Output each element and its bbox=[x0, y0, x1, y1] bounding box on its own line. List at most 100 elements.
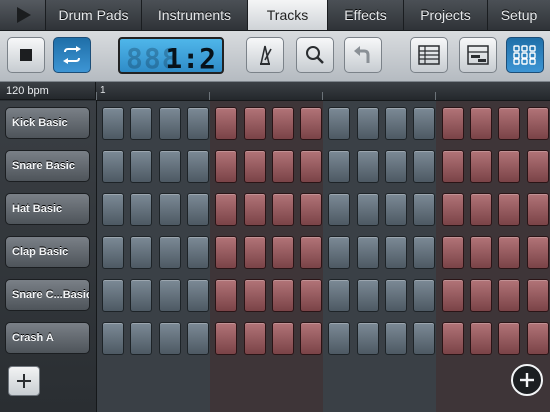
step-pad[interactable] bbox=[102, 150, 124, 183]
step-pad[interactable] bbox=[385, 322, 407, 355]
step-pad[interactable] bbox=[272, 279, 294, 312]
pad-grid-button[interactable] bbox=[506, 37, 544, 73]
step-pad[interactable] bbox=[470, 279, 492, 312]
step-pad[interactable] bbox=[272, 193, 294, 226]
step-pad[interactable] bbox=[470, 322, 492, 355]
step-pad[interactable] bbox=[130, 150, 152, 183]
step-pad[interactable] bbox=[413, 107, 435, 140]
step-pad[interactable] bbox=[470, 107, 492, 140]
track-hat-basic[interactable]: Hat Basic bbox=[5, 193, 90, 225]
step-pad[interactable] bbox=[102, 236, 124, 269]
step-pad[interactable] bbox=[385, 107, 407, 140]
loop-button[interactable] bbox=[53, 37, 91, 73]
search-button[interactable] bbox=[296, 37, 334, 73]
tab-tracks[interactable]: Tracks bbox=[248, 0, 328, 30]
step-pad[interactable] bbox=[527, 236, 549, 269]
metronome-button[interactable] bbox=[246, 37, 284, 73]
step-pad[interactable] bbox=[187, 150, 209, 183]
tab-effects[interactable]: Effects bbox=[328, 0, 404, 30]
step-pad[interactable] bbox=[244, 150, 266, 183]
step-pad[interactable] bbox=[215, 150, 237, 183]
step-pad[interactable] bbox=[470, 193, 492, 226]
tab-projects[interactable]: Projects bbox=[404, 0, 488, 30]
step-pad[interactable] bbox=[385, 193, 407, 226]
step-pad[interactable] bbox=[328, 236, 350, 269]
step-pad[interactable] bbox=[272, 236, 294, 269]
step-pad[interactable] bbox=[272, 107, 294, 140]
step-pad[interactable] bbox=[187, 107, 209, 140]
track-crash-a[interactable]: Crash A bbox=[5, 322, 90, 354]
step-pad[interactable] bbox=[102, 322, 124, 355]
piano-roll-button[interactable] bbox=[459, 37, 497, 73]
step-pad[interactable] bbox=[130, 279, 152, 312]
step-pad[interactable] bbox=[244, 193, 266, 226]
step-pad[interactable] bbox=[159, 322, 181, 355]
step-pad[interactable] bbox=[413, 193, 435, 226]
track-clap-basic[interactable]: Clap Basic bbox=[5, 236, 90, 268]
step-pad[interactable] bbox=[442, 279, 464, 312]
step-pad[interactable] bbox=[413, 322, 435, 355]
step-pad[interactable] bbox=[413, 279, 435, 312]
play-button[interactable] bbox=[0, 0, 46, 30]
step-pad[interactable] bbox=[385, 150, 407, 183]
step-pad[interactable] bbox=[244, 107, 266, 140]
step-pad[interactable] bbox=[244, 322, 266, 355]
step-pad[interactable] bbox=[498, 279, 520, 312]
tempo-display[interactable]: 120 bpm bbox=[0, 82, 96, 100]
step-pad[interactable] bbox=[300, 107, 322, 140]
list-view-button[interactable] bbox=[410, 37, 448, 73]
step-pad[interactable] bbox=[102, 107, 124, 140]
step-pad[interactable] bbox=[527, 322, 549, 355]
step-pad[interactable] bbox=[272, 322, 294, 355]
track-kick-basic[interactable]: Kick Basic bbox=[5, 107, 90, 139]
step-pad[interactable] bbox=[159, 107, 181, 140]
add-track-button[interactable] bbox=[8, 366, 40, 396]
tab-instruments[interactable]: Instruments bbox=[142, 0, 248, 30]
stop-button[interactable] bbox=[7, 37, 45, 73]
step-pad[interactable] bbox=[357, 107, 379, 140]
step-pad[interactable] bbox=[215, 193, 237, 226]
step-pad[interactable] bbox=[187, 279, 209, 312]
tab-setup[interactable]: Setup bbox=[488, 0, 550, 30]
step-pad[interactable] bbox=[187, 193, 209, 226]
step-pad[interactable] bbox=[357, 322, 379, 355]
step-pad[interactable] bbox=[328, 107, 350, 140]
step-pad[interactable] bbox=[244, 236, 266, 269]
step-pad[interactable] bbox=[442, 236, 464, 269]
step-pad[interactable] bbox=[130, 107, 152, 140]
step-pad[interactable] bbox=[527, 279, 549, 312]
step-pad[interactable] bbox=[385, 279, 407, 312]
step-pad[interactable] bbox=[215, 322, 237, 355]
step-pad[interactable] bbox=[413, 236, 435, 269]
step-pad[interactable] bbox=[130, 322, 152, 355]
step-pad[interactable] bbox=[300, 279, 322, 312]
step-pad[interactable] bbox=[215, 279, 237, 312]
step-pad[interactable] bbox=[328, 279, 350, 312]
step-pad[interactable] bbox=[328, 322, 350, 355]
step-pad[interactable] bbox=[357, 150, 379, 183]
step-pad[interactable] bbox=[300, 322, 322, 355]
step-pad[interactable] bbox=[300, 150, 322, 183]
step-pad[interactable] bbox=[442, 193, 464, 226]
timeline-ruler[interactable]: 1 bbox=[96, 82, 550, 101]
track-snare-basic[interactable]: Snare Basic bbox=[5, 150, 90, 182]
step-pad[interactable] bbox=[527, 150, 549, 183]
step-pad[interactable] bbox=[498, 150, 520, 183]
step-pad[interactable] bbox=[442, 107, 464, 140]
step-pad[interactable] bbox=[357, 279, 379, 312]
step-pad[interactable] bbox=[442, 150, 464, 183]
step-pad[interactable] bbox=[159, 150, 181, 183]
step-pad[interactable] bbox=[187, 322, 209, 355]
step-pad[interactable] bbox=[498, 236, 520, 269]
undo-button[interactable] bbox=[344, 37, 382, 73]
step-pad[interactable] bbox=[159, 236, 181, 269]
step-pad[interactable] bbox=[498, 107, 520, 140]
step-pad[interactable] bbox=[215, 107, 237, 140]
step-pad[interactable] bbox=[385, 236, 407, 269]
step-pad[interactable] bbox=[442, 322, 464, 355]
track-snare-c-basic[interactable]: Snare C...Basic bbox=[5, 279, 90, 311]
step-pad[interactable] bbox=[498, 193, 520, 226]
step-pad[interactable] bbox=[527, 193, 549, 226]
tab-drum-pads[interactable]: Drum Pads bbox=[46, 0, 142, 30]
step-pad[interactable] bbox=[357, 236, 379, 269]
